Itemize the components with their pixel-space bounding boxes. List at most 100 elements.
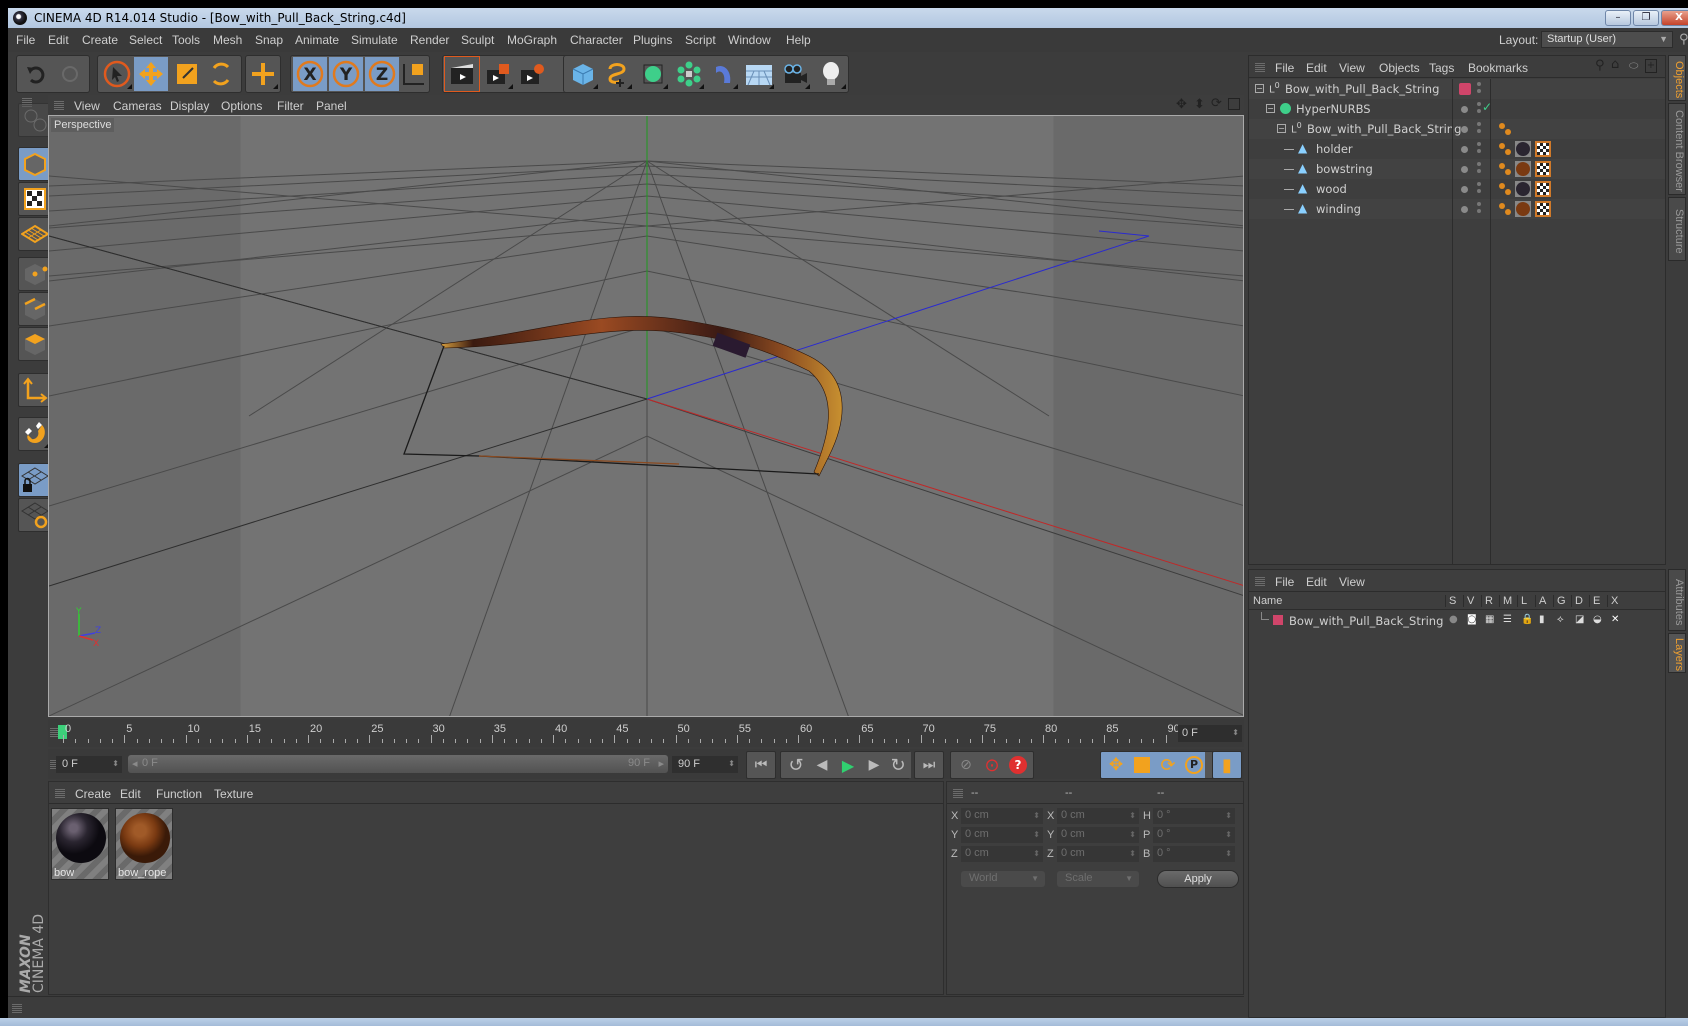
visibility-dots[interactable] xyxy=(1477,82,1481,86)
objects-menu-file[interactable]: File xyxy=(1275,61,1294,75)
search-icon[interactable]: ⚲ xyxy=(1595,58,1605,73)
layer-row[interactable]: Bow_with_Pull_Back_String ● ◙ ▦ ☰ 🔒 ▮ ⟡ ◪ ◒ ✕ xyxy=(1249,612,1665,630)
visibility-dots[interactable] xyxy=(1477,122,1481,126)
view-navigation-icon[interactable] xyxy=(18,103,52,137)
layer-column-m[interactable]: M xyxy=(1499,595,1512,607)
material-tag-icon[interactable] xyxy=(1515,161,1531,177)
viewport-menu-cameras[interactable]: Cameras xyxy=(113,99,162,113)
keyframe-selection-icon[interactable]: ? xyxy=(1005,752,1031,778)
model-mode-icon[interactable] xyxy=(18,147,52,181)
object-name[interactable]: holder xyxy=(1316,142,1353,156)
spinner-icon[interactable]: ⬍ xyxy=(1225,846,1232,861)
phong-tag-icon[interactable] xyxy=(1499,183,1505,189)
maximize-view-icon[interactable] xyxy=(1228,98,1240,110)
array-icon[interactable] xyxy=(672,57,706,91)
menu-create[interactable]: Create xyxy=(82,33,118,47)
spinner-icon[interactable]: ⬍ xyxy=(1129,827,1136,842)
objects-menu-bookmarks[interactable]: Bookmarks xyxy=(1468,61,1528,75)
position-y-field[interactable]: 0 cm ⬍ xyxy=(961,827,1043,843)
spinner-icon[interactable]: ⬍ xyxy=(1033,827,1040,842)
visibility-dots[interactable] xyxy=(1477,202,1481,206)
xrefs-icon[interactable]: ✕ xyxy=(1611,614,1619,625)
spinner-icon[interactable]: ⬍ xyxy=(728,756,735,772)
menu-edit[interactable]: Edit xyxy=(48,33,69,47)
expand-toggle-icon[interactable]: − xyxy=(1277,124,1286,133)
spinner-icon[interactable]: ⬍ xyxy=(1033,808,1040,823)
object-row[interactable]: ▲ wood xyxy=(1249,179,1665,199)
3d-viewport[interactable]: Perspective Y Z X xyxy=(48,115,1244,717)
layer-dot[interactable] xyxy=(1461,146,1468,153)
object-row[interactable]: ▲ bowstring xyxy=(1249,159,1665,179)
size-y-field[interactable]: 0 cm ⬍ xyxy=(1057,827,1139,843)
coordinate-space-select[interactable]: World ▼ xyxy=(961,871,1045,887)
previous-key-icon[interactable]: ↺ xyxy=(783,752,809,778)
layers-menu-file[interactable]: File xyxy=(1275,575,1294,589)
goto-start-icon[interactable]: ⏮ xyxy=(748,752,774,778)
x-axis-lock-icon[interactable]: X xyxy=(293,57,327,91)
tab-attributes[interactable]: Attributes xyxy=(1668,569,1686,631)
home-icon[interactable]: ⌂ xyxy=(1611,57,1619,72)
undo-icon[interactable] xyxy=(19,57,53,91)
object-name[interactable]: Bow_with_Pull_Back_String xyxy=(1285,82,1439,96)
drag-handle[interactable] xyxy=(12,1003,22,1013)
layer-column-v[interactable]: V xyxy=(1463,595,1474,607)
spinner-icon[interactable]: ⬍ xyxy=(1225,827,1232,842)
camera-label[interactable]: Perspective xyxy=(51,118,115,132)
menu-animate[interactable]: Animate xyxy=(295,33,339,47)
locked-workplane-icon[interactable] xyxy=(18,463,52,497)
new-window-icon[interactable]: + xyxy=(1645,59,1657,73)
size-z-field[interactable]: 0 cm ⬍ xyxy=(1057,846,1139,862)
goto-end-icon[interactable]: ⏭ xyxy=(916,752,942,778)
layer-column-x[interactable]: X xyxy=(1607,595,1618,607)
apply-button[interactable]: Apply xyxy=(1157,870,1239,888)
scale-key-icon[interactable] xyxy=(1129,752,1155,778)
viewport-menu-display[interactable]: Display xyxy=(170,99,209,113)
visibility-dots[interactable] xyxy=(1477,162,1481,166)
viewport-menu-filter[interactable]: Filter xyxy=(277,99,304,113)
drag-handle[interactable] xyxy=(54,100,64,110)
material-swatch-bow[interactable]: bow xyxy=(51,808,109,880)
layer-column-d[interactable]: D xyxy=(1571,595,1583,607)
spinner-icon[interactable]: ⬍ xyxy=(1232,725,1239,741)
close-button[interactable]: X xyxy=(1661,10,1688,26)
layers-menu-view[interactable]: View xyxy=(1339,575,1365,589)
autokeying-icon[interactable]: ⊙ xyxy=(979,752,1005,778)
drag-handle[interactable] xyxy=(1255,576,1265,586)
visibility-dots[interactable] xyxy=(1477,102,1481,106)
object-row[interactable]: ▲ holder xyxy=(1249,139,1665,159)
redo-icon[interactable] xyxy=(53,57,87,91)
play-icon[interactable]: ▶ xyxy=(835,752,861,778)
current-frame-field[interactable]: 0 F ⬍ xyxy=(1178,725,1242,742)
layer-color-indicator[interactable] xyxy=(1459,83,1471,95)
layer-dot[interactable] xyxy=(1461,106,1468,113)
range-right-arrow-icon[interactable]: ▸ xyxy=(658,757,664,770)
live-selection-icon[interactable] xyxy=(100,57,134,91)
menu-render[interactable]: Render xyxy=(410,33,449,47)
phong-tag-icon[interactable] xyxy=(1499,163,1505,169)
solo-icon[interactable]: ● xyxy=(1449,614,1458,625)
deformer-icon[interactable] xyxy=(706,57,740,91)
layer-column-a[interactable]: A xyxy=(1535,595,1546,607)
menu-plugins[interactable]: Plugins xyxy=(633,33,672,47)
position-x-field[interactable]: 0 cm ⬍ xyxy=(961,808,1043,824)
layer-column-r[interactable]: R xyxy=(1481,595,1493,607)
preview-range-slider[interactable]: ◂ 0 F 90 F ▸ xyxy=(128,755,668,773)
uvw-tag-icon[interactable] xyxy=(1535,201,1551,217)
spinner-icon[interactable]: ⬍ xyxy=(1225,808,1232,823)
material-menu-function[interactable]: Function xyxy=(156,787,202,801)
layer-dot[interactable] xyxy=(1461,206,1468,213)
object-name[interactable]: HyperNURBS xyxy=(1296,102,1371,116)
light-icon[interactable] xyxy=(814,57,848,91)
tab-layers[interactable]: Layers xyxy=(1668,633,1686,673)
layer-column-s[interactable]: S xyxy=(1445,595,1456,607)
menu-mograph[interactable]: MoGraph xyxy=(507,33,557,47)
material-tag-icon[interactable] xyxy=(1515,181,1531,197)
size-x-field[interactable]: 0 cm ⬍ xyxy=(1057,808,1139,824)
position-key-icon[interactable]: ✥ xyxy=(1103,752,1129,778)
film-strip-icon[interactable]: ▮ xyxy=(1214,752,1240,778)
spline-icon[interactable] xyxy=(600,57,634,91)
drag-handle[interactable] xyxy=(953,788,963,798)
deformers-icon[interactable]: ◪ xyxy=(1575,614,1584,625)
floor-environment-icon[interactable] xyxy=(742,57,776,91)
coordinate-system-icon[interactable] xyxy=(397,57,431,91)
